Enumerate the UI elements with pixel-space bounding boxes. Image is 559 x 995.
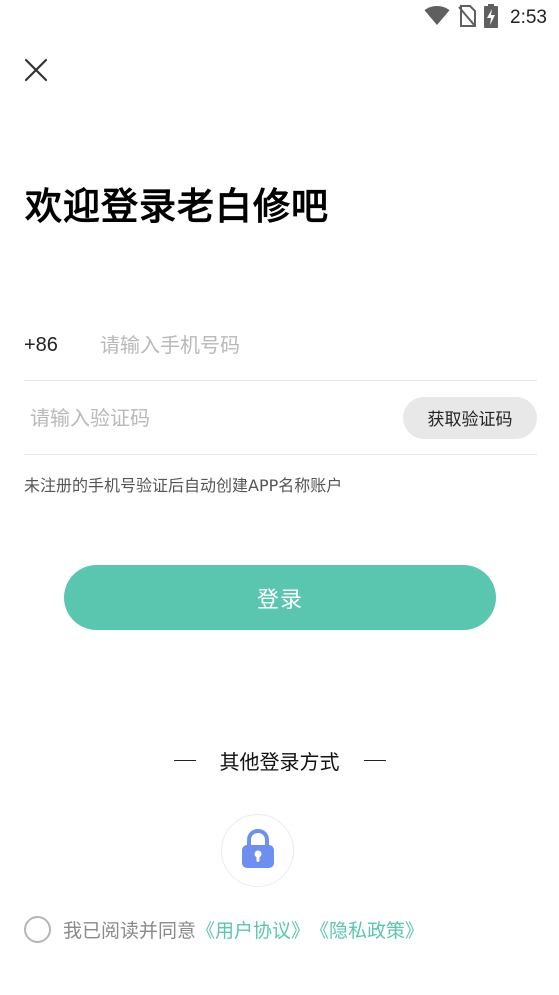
page-title: 欢迎登录老白修吧 [25, 185, 329, 228]
privacy-policy-link[interactable]: 《隐私政策》 [310, 916, 424, 943]
country-code[interactable]: +86 [24, 334, 100, 357]
status-bar: 2:53 [0, 0, 559, 36]
close-button[interactable] [20, 56, 52, 88]
user-agreement-link[interactable]: 《用户协议》 [196, 916, 310, 943]
close-icon[interactable] [24, 58, 48, 86]
divider-line-right [363, 759, 386, 761]
status-icons: 2:53 [424, 4, 547, 32]
other-login-label: 其他登录方式 [219, 749, 340, 774]
no-sim-icon [458, 5, 477, 31]
status-time: 2:53 [510, 7, 547, 28]
verification-code-row: 获取验证码 [24, 381, 537, 455]
agreement-text: 我已阅读并同意 [63, 919, 197, 942]
phone-input[interactable] [100, 333, 537, 357]
battery-charging-icon [484, 4, 499, 32]
verification-code-input[interactable] [24, 405, 403, 430]
agreement-checkbox[interactable] [24, 915, 51, 943]
get-code-button[interactable]: 获取验证码 [403, 396, 537, 439]
login-button[interactable]: 登录 [64, 565, 496, 630]
other-login-divider: 其他登录方式 [0, 745, 559, 775]
password-login-button[interactable] [221, 814, 294, 887]
wifi-icon [424, 6, 450, 30]
lock-icon[interactable] [240, 828, 276, 873]
register-hint: 未注册的手机号验证后自动创建APP名称账户 [24, 476, 343, 495]
divider-line-left [173, 759, 196, 761]
phone-row: +86 [24, 310, 537, 381]
agreement-row: 我已阅读并同意 《用户协议》 《隐私政策》 [24, 913, 424, 945]
